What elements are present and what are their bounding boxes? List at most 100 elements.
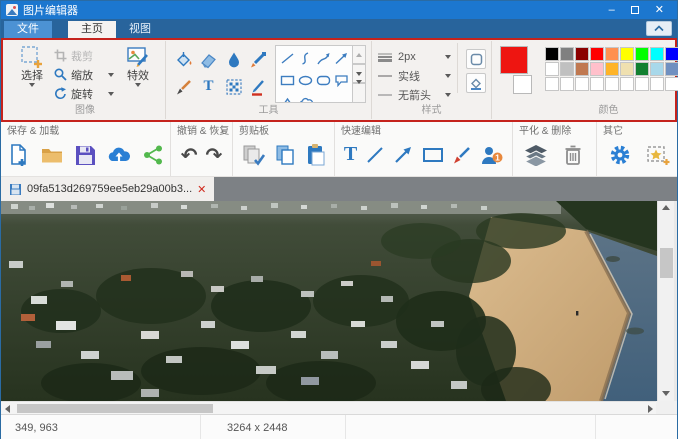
color-swatch[interactable] — [560, 47, 574, 61]
redo-button[interactable]: ↷ — [206, 145, 223, 165]
color-picker-tool[interactable] — [246, 46, 271, 73]
step-numbering-button[interactable]: 1 — [480, 142, 503, 168]
settings-button[interactable] — [607, 142, 633, 168]
flatten-layers-button[interactable] — [523, 142, 549, 168]
select-dropdown-caret[interactable] — [29, 83, 35, 87]
color-swatch[interactable] — [620, 77, 634, 91]
delete-button[interactable] — [561, 142, 587, 168]
color-swatch[interactable] — [620, 47, 634, 61]
color-swatch[interactable] — [650, 62, 664, 76]
color-swatch[interactable] — [635, 77, 649, 91]
shape-speech-bubble[interactable] — [332, 69, 350, 91]
gallery-scroll-up[interactable] — [353, 45, 366, 64]
color-swatch[interactable] — [665, 47, 678, 61]
paste-button[interactable] — [306, 142, 326, 168]
rotate-dropdown-caret[interactable] — [108, 92, 114, 96]
document-tab-close[interactable]: ✕ — [197, 183, 206, 196]
rotate-button[interactable]: 旋转 — [54, 84, 116, 103]
scroll-right-arrow[interactable] — [648, 405, 653, 413]
line-type-select[interactable]: 实线 — [377, 66, 451, 85]
color-swatch[interactable] — [605, 77, 619, 91]
scroll-down-arrow[interactable] — [662, 391, 670, 396]
shape-curved-arrow[interactable] — [314, 47, 332, 69]
color-swatch[interactable] — [560, 77, 574, 91]
line-width-select[interactable]: 2px — [377, 47, 451, 66]
quick-brush-button[interactable] — [452, 142, 472, 168]
tab-view[interactable]: 视图 — [116, 21, 164, 38]
shape-cloud[interactable] — [296, 91, 314, 103]
fill-bucket-tool[interactable] — [171, 46, 196, 73]
maximize-button[interactable] — [631, 6, 639, 14]
color-swatch[interactable] — [545, 47, 559, 61]
cloud-upload-button[interactable] — [106, 142, 132, 168]
primary-color-swatch[interactable] — [500, 46, 528, 74]
arrow-type-select[interactable]: 无箭头 — [377, 85, 451, 104]
shape-ellipse[interactable] — [296, 69, 314, 91]
color-swatch[interactable] — [575, 47, 589, 61]
vertical-scroll-thumb[interactable] — [660, 248, 673, 278]
canvas-photo[interactable] — [1, 201, 657, 401]
tab-home[interactable]: 主页 — [68, 21, 116, 38]
color-swatch[interactable] — [665, 62, 678, 76]
color-swatch[interactable] — [545, 77, 559, 91]
collapse-ribbon-button[interactable] — [646, 21, 672, 36]
shape-line[interactable] — [278, 47, 296, 69]
color-swatch[interactable] — [635, 62, 649, 76]
copy-merged-button[interactable] — [242, 142, 266, 168]
color-swatch[interactable] — [590, 47, 604, 61]
shape-outline-button[interactable] — [466, 49, 486, 69]
mosaic-tool[interactable] — [221, 73, 246, 100]
crop-button[interactable]: 裁剪 — [54, 46, 116, 65]
color-swatch[interactable] — [590, 77, 604, 91]
shape-rounded-rectangle[interactable] — [314, 69, 332, 91]
color-swatch[interactable] — [635, 47, 649, 61]
document-tab[interactable]: 09fa513d269759ee5eb29a00b3... ✕ — [1, 177, 214, 201]
minimize-button[interactable]: – — [609, 5, 615, 16]
scroll-left-arrow[interactable] — [5, 405, 10, 413]
open-file-button[interactable] — [40, 142, 64, 168]
tab-file[interactable]: 文件 — [4, 21, 52, 38]
copy-button[interactable] — [275, 142, 297, 168]
quick-arrow-button[interactable] — [393, 142, 414, 168]
color-swatch[interactable] — [650, 47, 664, 61]
close-button[interactable]: ✕ — [655, 5, 664, 16]
share-button[interactable] — [142, 142, 164, 168]
shape-rectangle[interactable] — [278, 69, 296, 91]
water-drop-tool[interactable] — [221, 46, 246, 73]
color-swatch[interactable] — [620, 62, 634, 76]
quick-rectangle-button[interactable] — [422, 142, 444, 168]
eraser-tool[interactable] — [196, 46, 221, 73]
capture-region-button[interactable] — [645, 142, 671, 168]
color-swatch[interactable] — [575, 77, 589, 91]
effects-dropdown-caret[interactable] — [135, 83, 141, 87]
effects-button[interactable]: 特效 — [116, 43, 160, 87]
horizontal-scroll-thumb[interactable] — [17, 404, 213, 413]
shape-polyline[interactable] — [278, 91, 296, 103]
zoom-button[interactable]: 缩放 — [54, 65, 116, 84]
marker-pen-tool[interactable] — [246, 73, 271, 100]
text-tool[interactable]: T — [196, 73, 221, 100]
color-swatch[interactable] — [650, 77, 664, 91]
color-swatch[interactable] — [545, 62, 559, 76]
horizontal-scrollbar[interactable] — [1, 401, 657, 414]
shape-fill-button[interactable] — [466, 73, 486, 93]
color-swatch[interactable] — [605, 47, 619, 61]
color-swatch[interactable] — [590, 62, 604, 76]
shape-arrow[interactable] — [332, 47, 350, 69]
undo-button[interactable]: ↶ — [181, 145, 198, 165]
save-button[interactable] — [74, 142, 96, 168]
color-swatch[interactable] — [605, 62, 619, 76]
quick-line-button[interactable] — [365, 142, 385, 168]
color-swatch[interactable] — [560, 62, 574, 76]
new-file-button[interactable] — [8, 142, 30, 168]
color-swatch[interactable] — [665, 77, 678, 91]
shape-curve[interactable] — [296, 47, 314, 69]
gallery-more-button[interactable] — [353, 83, 366, 103]
color-swatch[interactable] — [575, 62, 589, 76]
quick-text-button[interactable]: T — [344, 143, 357, 166]
secondary-color-swatch[interactable] — [513, 75, 532, 94]
vertical-scrollbar[interactable] — [657, 201, 674, 401]
scroll-up-arrow[interactable] — [662, 205, 670, 210]
select-tool-button[interactable]: 选择 — [10, 43, 54, 87]
brush-tool[interactable] — [171, 73, 196, 100]
